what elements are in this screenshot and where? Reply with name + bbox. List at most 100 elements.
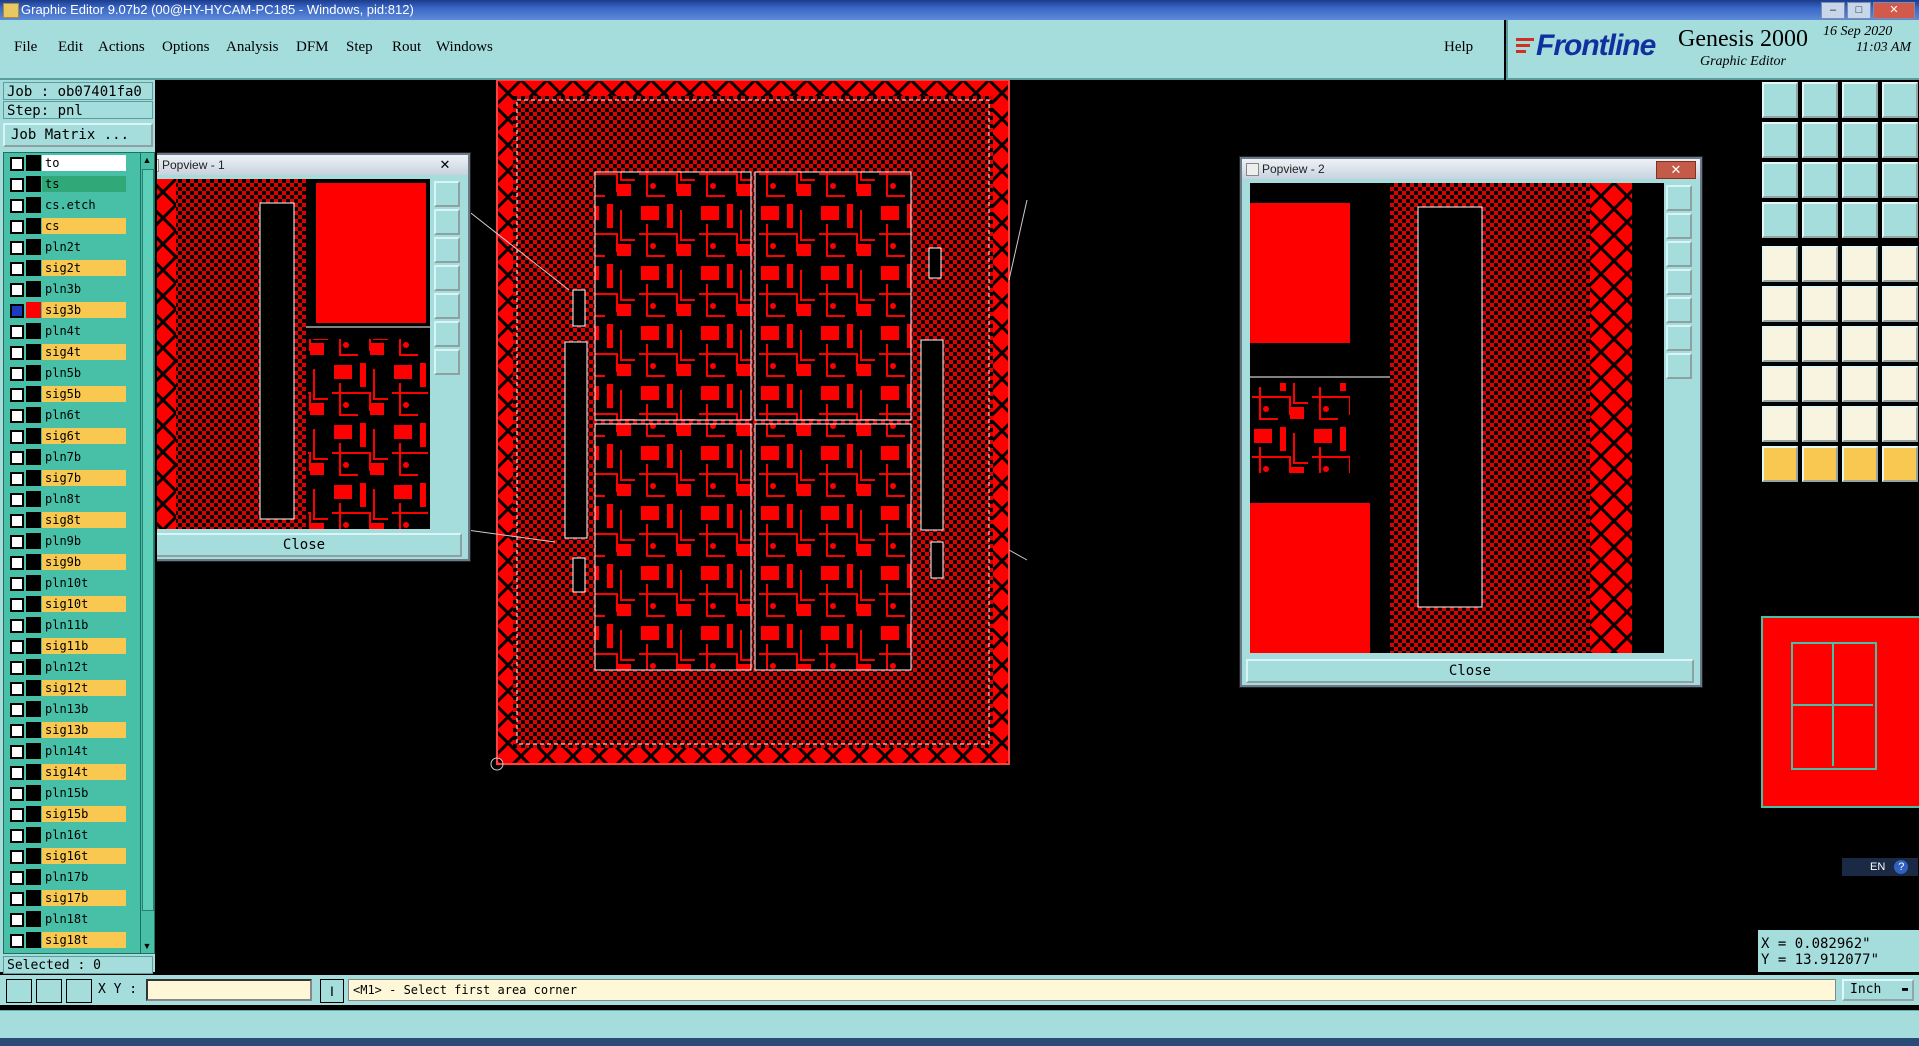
layer-checkbox[interactable]: [10, 346, 24, 360]
layer-row-pln9b[interactable]: pln9b: [4, 531, 140, 552]
tool-33-icon[interactable]: [1762, 406, 1798, 442]
layer-name[interactable]: pln5b: [42, 365, 126, 381]
tool-37-icon[interactable]: [1762, 446, 1798, 482]
layer-checkbox[interactable]: [10, 787, 24, 801]
scroll-up-icon[interactable]: ▲: [142, 155, 152, 165]
layer-name[interactable]: sig13b: [42, 722, 126, 738]
layer-name[interactable]: cs.etch: [42, 197, 126, 213]
menu-step[interactable]: Step: [346, 39, 373, 56]
menu-file[interactable]: File: [14, 39, 37, 56]
job-matrix-button[interactable]: Job Matrix ...: [3, 123, 153, 147]
tool-22-icon[interactable]: [1802, 286, 1838, 322]
layer-name[interactable]: sig18t: [42, 932, 126, 948]
popview-1-tool-2-icon[interactable]: [434, 209, 460, 235]
layer-row-sig2t[interactable]: sig2t: [4, 258, 140, 279]
layer-checkbox[interactable]: [10, 829, 24, 843]
layer-row-sig11b[interactable]: sig11b: [4, 636, 140, 657]
popview-2-tool-5-icon[interactable]: [1666, 297, 1692, 323]
layer-checkbox[interactable]: [10, 892, 24, 906]
tool-39-icon[interactable]: [1842, 446, 1878, 482]
tool-29-icon[interactable]: [1762, 366, 1798, 402]
layer-checkbox[interactable]: [10, 535, 24, 549]
layer-row-sig4t[interactable]: sig4t: [4, 342, 140, 363]
layer-row-pln7b[interactable]: pln7b: [4, 447, 140, 468]
layer-checkbox[interactable]: [10, 325, 24, 339]
tool-24-icon[interactable]: [1882, 286, 1918, 322]
layer-row-pln3b[interactable]: pln3b: [4, 279, 140, 300]
layer-row-pln4t[interactable]: pln4t: [4, 321, 140, 342]
layer-checkbox[interactable]: [10, 472, 24, 486]
xy-input[interactable]: [146, 979, 312, 1001]
menu-edit[interactable]: Edit: [58, 39, 83, 56]
layer-name[interactable]: pln10t: [42, 575, 126, 591]
layer-row-cs-etch[interactable]: cs.etch: [4, 195, 140, 216]
popview-1-tool-3-icon[interactable]: [434, 237, 460, 263]
layer-row-sig5b[interactable]: sig5b: [4, 384, 140, 405]
tool-9-icon[interactable]: [1762, 162, 1798, 198]
help-icon[interactable]: ?: [1894, 860, 1909, 874]
layer-name[interactable]: pln17b: [42, 869, 126, 885]
tool-10-icon[interactable]: [1802, 162, 1838, 198]
tool-38-icon[interactable]: [1802, 446, 1838, 482]
window-close-icon[interactable]: ✕: [1873, 2, 1915, 19]
layer-name[interactable]: cs: [42, 218, 126, 234]
tool-11-icon[interactable]: [1842, 162, 1878, 198]
tool-3-icon[interactable]: [1842, 82, 1878, 118]
layer-name[interactable]: sig3b: [42, 302, 126, 318]
layer-row-ts[interactable]: ts: [4, 174, 140, 195]
layer-name[interactable]: pln11b: [42, 617, 126, 633]
layer-name[interactable]: pln8t: [42, 491, 126, 507]
layer-name[interactable]: sig4t: [42, 344, 126, 360]
tool-20-icon[interactable]: [1882, 246, 1918, 282]
popview-1-close-icon[interactable]: ✕: [426, 157, 464, 173]
snap-mode-3-icon[interactable]: [66, 979, 92, 1003]
layer-checkbox[interactable]: [10, 913, 24, 927]
tool-4-icon[interactable]: [1882, 82, 1918, 118]
layer-name[interactable]: sig7b: [42, 470, 126, 486]
popview-1-tool-1-icon[interactable]: [434, 181, 460, 207]
layer-row-sig15b[interactable]: sig15b: [4, 804, 140, 825]
snap-mode-1-icon[interactable]: [6, 979, 32, 1003]
layer-row-sig7b[interactable]: sig7b: [4, 468, 140, 489]
layer-checkbox[interactable]: [10, 451, 24, 465]
tool-18-icon[interactable]: [1802, 246, 1838, 282]
layer-name[interactable]: sig8t: [42, 512, 126, 528]
tool-36-icon[interactable]: [1882, 406, 1918, 442]
layer-checkbox[interactable]: [10, 577, 24, 591]
layer-name[interactable]: sig16t: [42, 848, 126, 864]
layer-name[interactable]: pln18t: [42, 911, 126, 927]
layer-checkbox[interactable]: [10, 640, 24, 654]
tool-13-icon[interactable]: [1762, 202, 1798, 238]
layer-name[interactable]: pln16t: [42, 827, 126, 843]
tool-17-icon[interactable]: [1762, 246, 1798, 282]
popview-2-close-icon[interactable]: ✕: [1656, 161, 1696, 179]
popview-1-tool-4-icon[interactable]: [434, 265, 460, 291]
maximize-icon[interactable]: □: [1847, 2, 1871, 19]
layer-row-sig13b[interactable]: sig13b: [4, 720, 140, 741]
layer-row-pln16t[interactable]: pln16t: [4, 825, 140, 846]
layer-name[interactable]: ts: [42, 176, 126, 192]
units-dropdown[interactable]: Inch ▬: [1842, 979, 1914, 1001]
layer-row-pln12t[interactable]: pln12t: [4, 657, 140, 678]
layer-name[interactable]: pln3b: [42, 281, 126, 297]
layer-name[interactable]: sig17b: [42, 890, 126, 906]
layer-name[interactable]: sig15b: [42, 806, 126, 822]
layer-name[interactable]: pln4t: [42, 323, 126, 339]
layer-checkbox[interactable]: [10, 934, 24, 948]
layer-checkbox[interactable]: [10, 745, 24, 759]
layer-row-sig8t[interactable]: sig8t: [4, 510, 140, 531]
graphic-canvas[interactable]: Popview - 1 ✕ Close Popview - 2 ✕ Close: [157, 80, 1758, 972]
scroll-down-icon[interactable]: ▼: [142, 941, 152, 951]
layer-name[interactable]: sig6t: [42, 428, 126, 444]
menu-analysis[interactable]: Analysis: [226, 39, 279, 56]
layer-checkbox[interactable]: [10, 703, 24, 717]
layer-list-scrollbar[interactable]: ▲ ▼: [140, 152, 155, 954]
layer-row-sig16t[interactable]: sig16t: [4, 846, 140, 867]
layer-row-cs[interactable]: cs: [4, 216, 140, 237]
popview-1-tool-6-icon[interactable]: [434, 321, 460, 347]
popview-2-close-button[interactable]: Close: [1246, 659, 1694, 683]
language-indicator[interactable]: EN ?: [1842, 858, 1918, 876]
tool-34-icon[interactable]: [1802, 406, 1838, 442]
tool-16-icon[interactable]: [1882, 202, 1918, 238]
minimize-icon[interactable]: –: [1821, 2, 1845, 19]
